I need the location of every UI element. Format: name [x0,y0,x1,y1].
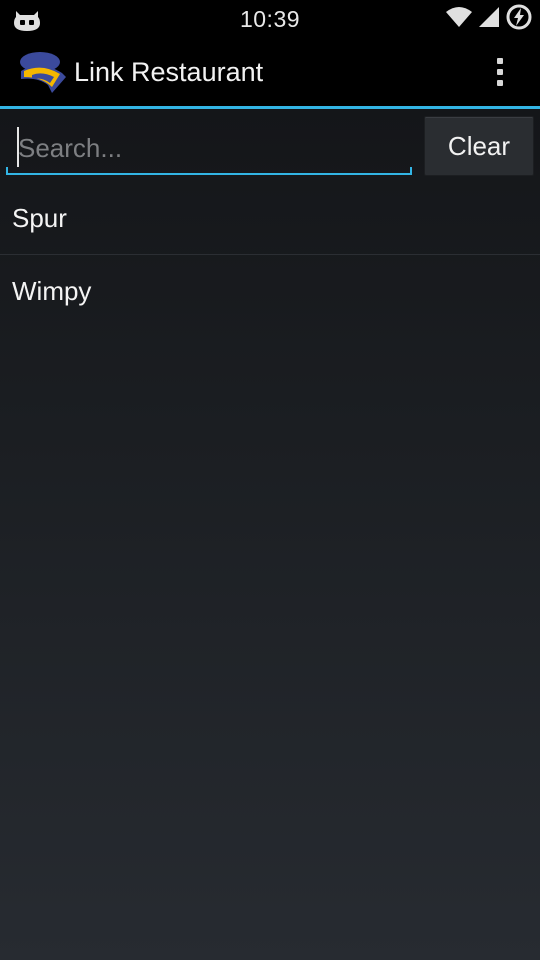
clear-button[interactable]: Clear [424,116,534,176]
search-input[interactable] [18,131,398,165]
overflow-menu-icon[interactable] [482,54,518,90]
status-icons [446,4,532,35]
search-row: Clear [0,109,540,183]
status-bar: 10:39 [0,0,540,38]
list-item[interactable]: Spur [0,183,540,255]
battery-charging-icon [506,4,532,35]
app-title: Link Restaurant [74,57,264,87]
restaurant-logo-icon[interactable] [18,49,68,95]
list-item[interactable]: Wimpy [0,255,540,327]
action-bar: Link Restaurant [0,38,540,109]
restaurant-name: Wimpy [12,275,92,306]
wifi-icon [446,6,472,33]
restaurant-name: Spur [12,203,67,233]
overflow-dot [497,69,503,75]
search-field[interactable] [6,117,412,175]
app-screen: 10:39 Link Restaurant Search... Clear Sp… [0,0,540,960]
overflow-dot [497,80,503,86]
restaurant-list: Spur Wimpy [0,183,540,327]
overflow-dot [497,58,503,64]
cell-signal-icon [478,6,500,33]
